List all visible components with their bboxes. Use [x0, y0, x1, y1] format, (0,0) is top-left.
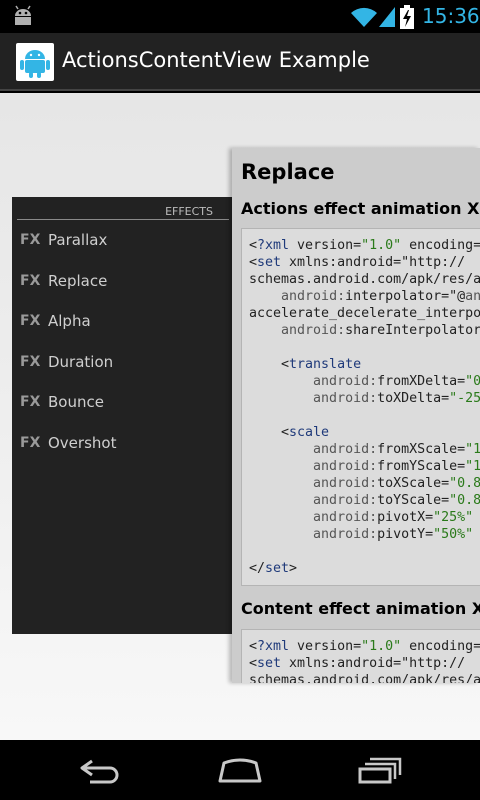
menu-item-label: Bounce — [48, 393, 104, 411]
actions-effect-code-block: <?xml version="1.0" encoding="utf-8"?> <… — [241, 228, 480, 586]
actions-effect-heading: Actions effect animation XML — [241, 199, 480, 218]
navigation-bar — [0, 740, 480, 800]
effects-header: EFFECTS — [17, 205, 229, 220]
battery-charging-icon — [400, 5, 414, 29]
fx-badge: FX — [20, 313, 41, 329]
menu-item-parallax[interactable]: FX Parallax — [12, 221, 234, 261]
actions-content-view: EFFECTS FX Parallax FX Replace FX Alpha … — [0, 93, 480, 740]
actions-menu[interactable]: EFFECTS FX Parallax FX Replace FX Alpha … — [12, 197, 234, 634]
status-bar: 15:36 — [0, 0, 480, 33]
wifi-icon — [351, 7, 377, 28]
content-effect-code: <?xml version="1.0" encoding="utf-8"?> <… — [249, 639, 480, 683]
home-icon[interactable] — [216, 755, 264, 785]
recent-apps-icon[interactable] — [356, 755, 404, 785]
clock: 15:36 — [422, 4, 480, 28]
actions-effect-code: <?xml version="1.0" encoding="utf-8"?> <… — [249, 238, 480, 576]
fx-badge: FX — [20, 354, 41, 370]
menu-item-duration[interactable]: FX Duration — [12, 343, 234, 383]
menu-item-label: Parallax — [48, 231, 108, 249]
signal-icon — [379, 7, 395, 27]
menu-item-bounce[interactable]: FX Bounce — [12, 383, 234, 423]
content-effect-heading: Content effect animation XML — [241, 599, 480, 618]
menu-item-alpha[interactable]: FX Alpha — [12, 302, 234, 342]
fx-badge: FX — [20, 394, 41, 410]
app-icon[interactable] — [16, 43, 54, 81]
menu-item-overshot[interactable]: FX Overshot — [12, 424, 234, 464]
menu-item-label: Overshot — [48, 434, 117, 452]
content-effect-code-block: <?xml version="1.0" encoding="utf-8"?> <… — [241, 629, 480, 683]
android-robot-icon — [20, 50, 50, 78]
fx-badge: FX — [20, 435, 41, 451]
content-view[interactable]: Replace Actions effect animation XML <?x… — [232, 148, 480, 683]
back-icon[interactable] — [76, 755, 124, 785]
app-title: ActionsContentView Example — [62, 48, 370, 72]
menu-item-label: Duration — [48, 353, 114, 371]
content-title: Replace — [241, 160, 335, 184]
android-notification-icon — [15, 5, 31, 25]
fx-badge: FX — [20, 273, 41, 289]
action-bar: ActionsContentView Example — [0, 33, 480, 91]
fx-badge: FX — [20, 232, 41, 248]
menu-item-label: Replace — [48, 272, 108, 290]
menu-item-replace[interactable]: FX Replace — [12, 262, 234, 302]
menu-item-label: Alpha — [48, 312, 91, 330]
